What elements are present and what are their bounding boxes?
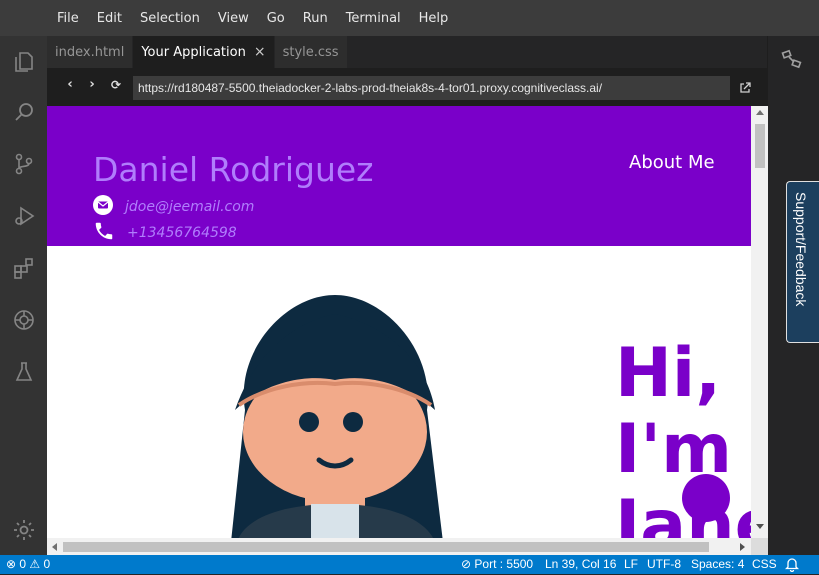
menu-selection[interactable]: Selection: [131, 11, 209, 26]
scroll-right-icon[interactable]: [740, 543, 745, 551]
menu-help[interactable]: Help: [410, 11, 458, 26]
menu-edit[interactable]: Edit: [88, 11, 131, 26]
tab-label: Your Application: [141, 44, 246, 60]
lab-flask-icon[interactable]: [10, 358, 38, 386]
forward-button[interactable]: ›: [81, 77, 103, 92]
activity-bar: [0, 36, 48, 555]
decorative-circle: [682, 474, 730, 522]
vertical-scroll-thumb[interactable]: [755, 124, 765, 168]
explorer-icon[interactable]: [10, 48, 38, 76]
phone-link[interactable]: +13456764598: [127, 225, 237, 241]
tab-index-html[interactable]: index.html: [47, 36, 134, 68]
bell-icon[interactable]: [784, 556, 800, 575]
cursor-position[interactable]: Ln 39, Col 16: [545, 557, 616, 571]
phone-icon: [93, 220, 115, 246]
back-button[interactable]: ‹: [59, 77, 81, 92]
outline-icon[interactable]: [780, 48, 804, 76]
status-bar: ⊗ 0 ⚠ 0 ⊘ Port : 5500 Ln 39, Col 16 LF U…: [0, 555, 819, 574]
avatar-illustration: [225, 292, 465, 538]
site-header: Daniel Rodriguez jdoe@jeemail.com +13456…: [47, 106, 751, 246]
site-name: Daniel Rodriguez: [93, 150, 374, 189]
support-feedback-tab[interactable]: Support/Feedback: [786, 181, 819, 343]
menu-bar: File Edit Selection View Go Run Terminal…: [0, 0, 819, 36]
menu-file[interactable]: File: [48, 11, 88, 26]
vertical-scrollbar[interactable]: [751, 106, 768, 538]
editor-tabs: index.html Your Application × style.css: [47, 36, 751, 68]
support-feedback-label: Support/Feedback: [793, 192, 809, 307]
hero-heading: Hi, I'm Jane: [615, 334, 751, 539]
scroll-left-icon[interactable]: [52, 543, 57, 551]
extensions-icon[interactable]: [10, 254, 38, 282]
menu-terminal[interactable]: Terminal: [337, 11, 410, 26]
hero-line: Hi,: [615, 334, 722, 413]
menu-run[interactable]: Run: [294, 11, 337, 26]
tab-label: index.html: [55, 44, 125, 60]
tab-style-css[interactable]: style.css: [274, 36, 348, 68]
hero-line: I'm: [615, 410, 732, 489]
preview-navbar: ‹ › ⟳ https://rd180487-5500.theiadocker-…: [47, 68, 768, 106]
scroll-down-icon[interactable]: [756, 524, 764, 529]
port-indicator[interactable]: ⊘ Port : 5500: [461, 557, 533, 571]
open-external-icon[interactable]: [739, 79, 751, 98]
file-encoding[interactable]: UTF-8: [647, 557, 681, 571]
settings-gear-icon[interactable]: [10, 516, 38, 544]
language-mode[interactable]: CSS: [752, 557, 777, 571]
source-control-icon[interactable]: [10, 150, 38, 178]
debug-icon[interactable]: [10, 202, 38, 230]
email-row: jdoe@jeemail.com: [93, 195, 254, 219]
horizontal-scroll-thumb[interactable]: [63, 542, 709, 552]
scrollbar-corner: [751, 538, 768, 555]
url-input[interactable]: https://rd180487-5500.theiadocker-2-labs…: [133, 76, 730, 100]
problems-indicator[interactable]: ⊗ 0 ⚠ 0: [6, 557, 50, 571]
preview-viewport: Daniel Rodriguez jdoe@jeemail.com +13456…: [47, 106, 751, 538]
menu-go[interactable]: Go: [258, 11, 294, 26]
nav-about-me[interactable]: About Me: [629, 152, 715, 173]
refresh-button[interactable]: ⟳: [105, 78, 127, 92]
tab-label: style.css: [282, 44, 339, 60]
line-ending[interactable]: LF: [624, 557, 638, 571]
envelope-icon: [93, 195, 113, 219]
indentation[interactable]: Spaces: 4: [691, 557, 744, 571]
tab-your-application[interactable]: Your Application ×: [133, 36, 275, 68]
menu-view[interactable]: View: [209, 11, 258, 26]
horizontal-scrollbar[interactable]: [47, 538, 751, 555]
email-link[interactable]: jdoe@jeemail.com: [125, 199, 254, 215]
close-icon[interactable]: ×: [254, 44, 266, 60]
scroll-up-icon[interactable]: [756, 110, 764, 115]
remote-icon[interactable]: [10, 306, 38, 334]
phone-row: +13456764598: [93, 220, 237, 246]
search-icon[interactable]: [10, 98, 38, 126]
